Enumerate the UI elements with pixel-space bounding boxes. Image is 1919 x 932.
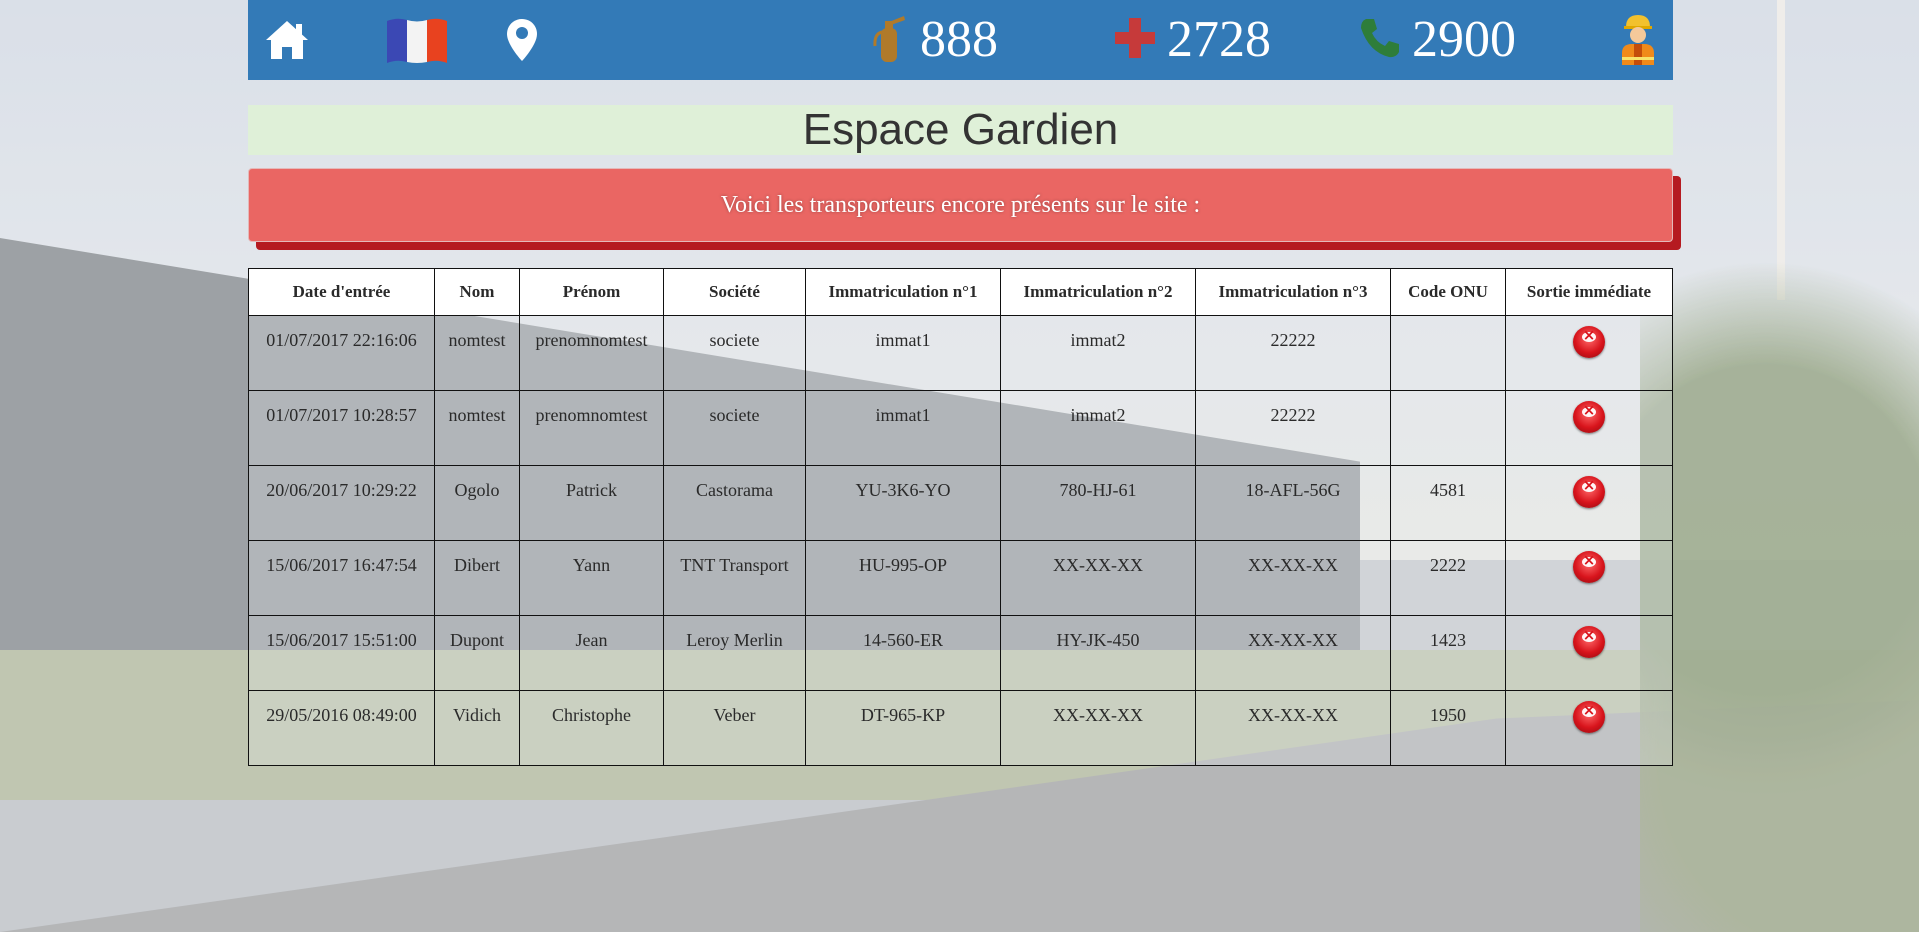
french-flag-icon[interactable] bbox=[385, 0, 449, 80]
cell-nom: nomtest bbox=[434, 315, 520, 391]
cell-prenom: prenomnomtest bbox=[519, 390, 664, 466]
phone-contact: 2900 bbox=[1358, 0, 1516, 80]
cell-immat-2: XX-XX-XX bbox=[1000, 690, 1196, 766]
cell-prenom: Yann bbox=[519, 540, 664, 616]
home-icon[interactable] bbox=[264, 0, 310, 80]
cell-immat-1: DT-965-KP bbox=[805, 690, 1001, 766]
table-row: 01/07/2017 22:16:06 nomtest prenomnomtes… bbox=[248, 315, 1673, 391]
header-immat-2: Immatriculation n°2 bbox=[1000, 268, 1196, 316]
cell-prenom: Jean bbox=[519, 615, 664, 691]
page-container: 888 2728 2900 Espace Gardien Voici les t… bbox=[248, 0, 1673, 766]
cell-prenom: prenomnomtest bbox=[519, 315, 664, 391]
cell-code-onu: 4581 bbox=[1390, 465, 1506, 541]
header-nom: Nom bbox=[434, 268, 520, 316]
cell-code-onu: 1423 bbox=[1390, 615, 1506, 691]
cell-date: 15/06/2017 15:51:00 bbox=[248, 615, 435, 691]
header-prenom: Prénom bbox=[519, 268, 664, 316]
cell-nom: Vidich bbox=[434, 690, 520, 766]
cell-immat-3: XX-XX-XX bbox=[1195, 690, 1391, 766]
cell-code-onu: 2222 bbox=[1390, 540, 1506, 616]
carriers-table: Date d'entrée Nom Prénom Société Immatri… bbox=[248, 268, 1673, 766]
map-pin-icon[interactable] bbox=[505, 0, 539, 80]
header-immat-3: Immatriculation n°3 bbox=[1195, 268, 1391, 316]
header-date: Date d'entrée bbox=[248, 268, 435, 316]
cell-code-onu bbox=[1390, 315, 1506, 391]
table-header-row: Date d'entrée Nom Prénom Société Immatri… bbox=[248, 268, 1673, 316]
alert-message: Voici les transporteurs encore présents … bbox=[720, 191, 1201, 218]
cell-date: 01/07/2017 10:28:57 bbox=[248, 390, 435, 466]
cell-prenom: Patrick bbox=[519, 465, 664, 541]
table-row: 15/06/2017 15:51:00 Dupont Jean Leroy Me… bbox=[248, 615, 1673, 691]
delete-circle-icon[interactable] bbox=[1573, 551, 1605, 583]
cell-code-onu: 1950 bbox=[1390, 690, 1506, 766]
cell-sortie bbox=[1505, 690, 1673, 766]
delete-circle-icon[interactable] bbox=[1573, 476, 1605, 508]
cell-immat-3: XX-XX-XX bbox=[1195, 540, 1391, 616]
worker-icon[interactable] bbox=[1618, 0, 1658, 80]
cell-immat-2: 780-HJ-61 bbox=[1000, 465, 1196, 541]
cell-immat-1: HU-995-OP bbox=[805, 540, 1001, 616]
cell-date: 29/05/2016 08:49:00 bbox=[248, 690, 435, 766]
cell-societe: TNT Transport bbox=[663, 540, 806, 616]
delete-circle-icon[interactable] bbox=[1573, 401, 1605, 433]
fire-number: 888 bbox=[920, 11, 998, 68]
header-immat-1: Immatriculation n°1 bbox=[805, 268, 1001, 316]
cell-societe: Veber bbox=[663, 690, 806, 766]
cell-immat-3: 18-AFL-56G bbox=[1195, 465, 1391, 541]
cell-immat-1: YU-3K6-YO bbox=[805, 465, 1001, 541]
cell-nom: Dupont bbox=[434, 615, 520, 691]
top-navbar: 888 2728 2900 bbox=[248, 0, 1673, 80]
page-title: Espace Gardien bbox=[802, 105, 1119, 154]
cell-sortie bbox=[1505, 615, 1673, 691]
cell-date: 01/07/2017 22:16:06 bbox=[248, 315, 435, 391]
table-row: 20/06/2017 10:29:22 Ogolo Patrick Castor… bbox=[248, 465, 1673, 541]
medical-number: 2728 bbox=[1167, 11, 1271, 68]
phone-number: 2900 bbox=[1412, 11, 1516, 68]
cell-immat-3: 22222 bbox=[1195, 315, 1391, 391]
cell-societe: societe bbox=[663, 390, 806, 466]
header-code-onu: Code ONU bbox=[1390, 268, 1506, 316]
cell-immat-2: immat2 bbox=[1000, 315, 1196, 391]
fire-extinguisher-icon bbox=[870, 12, 910, 69]
cell-date: 20/06/2017 10:29:22 bbox=[248, 465, 435, 541]
cell-immat-1: immat1 bbox=[805, 390, 1001, 466]
delete-circle-icon[interactable] bbox=[1573, 326, 1605, 358]
cell-immat-3: XX-XX-XX bbox=[1195, 615, 1391, 691]
cell-nom: Dibert bbox=[434, 540, 520, 616]
title-band: Espace Gardien bbox=[248, 105, 1673, 155]
cell-sortie bbox=[1505, 315, 1673, 391]
cell-sortie bbox=[1505, 540, 1673, 616]
cell-prenom: Christophe bbox=[519, 690, 664, 766]
cell-immat-2: XX-XX-XX bbox=[1000, 540, 1196, 616]
header-sortie: Sortie immédiate bbox=[1505, 268, 1673, 316]
cell-date: 15/06/2017 16:47:54 bbox=[248, 540, 435, 616]
cell-societe: Castorama bbox=[663, 465, 806, 541]
cell-immat-1: 14-560-ER bbox=[805, 615, 1001, 691]
table-row: 01/07/2017 10:28:57 nomtest prenomnomtes… bbox=[248, 390, 1673, 466]
table-row: 29/05/2016 08:49:00 Vidich Christophe Ve… bbox=[248, 690, 1673, 766]
red-cross-icon bbox=[1113, 16, 1157, 65]
cell-code-onu bbox=[1390, 390, 1506, 466]
phone-icon bbox=[1358, 16, 1402, 65]
medical-emergency: 2728 bbox=[1113, 0, 1271, 80]
cell-immat-1: immat1 bbox=[805, 315, 1001, 391]
cell-sortie bbox=[1505, 390, 1673, 466]
cell-immat-2: HY-JK-450 bbox=[1000, 615, 1196, 691]
header-societe: Société bbox=[663, 268, 806, 316]
cell-nom: nomtest bbox=[434, 390, 520, 466]
fire-emergency: 888 bbox=[870, 0, 998, 80]
delete-circle-icon[interactable] bbox=[1573, 701, 1605, 733]
cell-immat-3: 22222 bbox=[1195, 390, 1391, 466]
cell-nom: Ogolo bbox=[434, 465, 520, 541]
cell-societe: societe bbox=[663, 315, 806, 391]
cell-sortie bbox=[1505, 465, 1673, 541]
alert-banner: Voici les transporteurs encore présents … bbox=[248, 168, 1673, 242]
cell-immat-2: immat2 bbox=[1000, 390, 1196, 466]
table-row: 15/06/2017 16:47:54 Dibert Yann TNT Tran… bbox=[248, 540, 1673, 616]
delete-circle-icon[interactable] bbox=[1573, 626, 1605, 658]
cell-societe: Leroy Merlin bbox=[663, 615, 806, 691]
